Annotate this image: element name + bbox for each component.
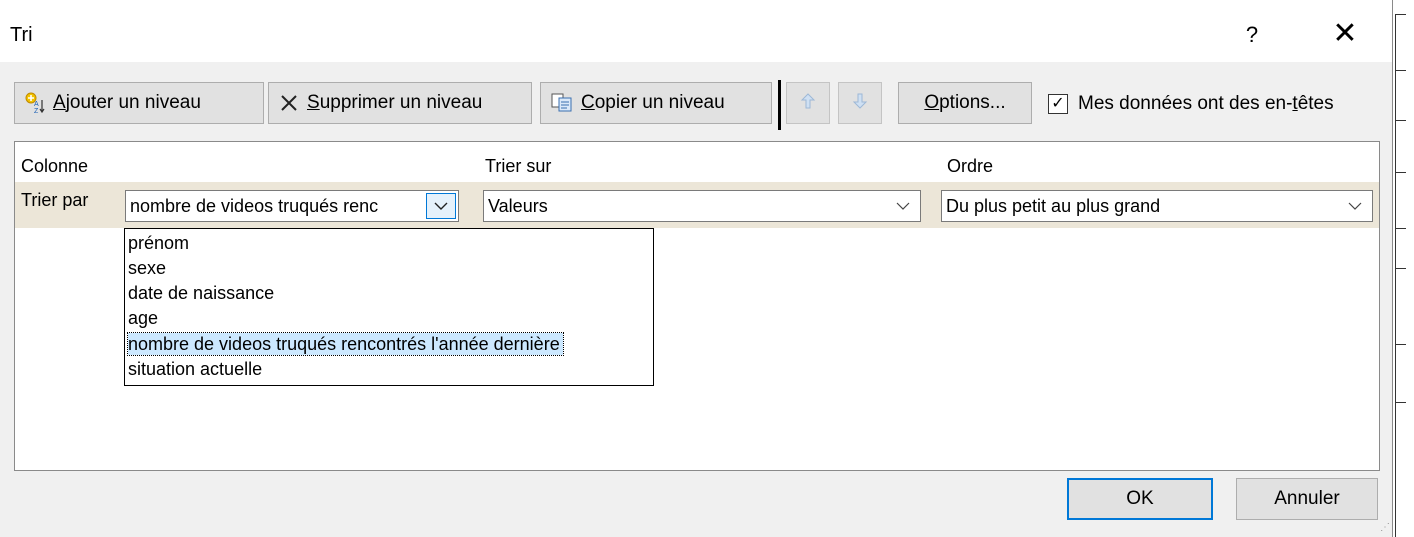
column-select[interactable]: nombre de videos truqués renc [125, 190, 459, 222]
sort-by-label: Trier par [21, 190, 89, 210]
arrow-down-icon [852, 92, 868, 115]
column-option-selected[interactable]: nombre de videos truqués rencontrés l'an… [127, 332, 564, 356]
resize-grip-icon[interactable]: ⋰ [1380, 522, 1390, 533]
move-down-button[interactable] [838, 82, 882, 124]
divider [1396, 14, 1406, 15]
sort-levels-grid: Colonne Trier sur Ordre Trier par nombre… [14, 141, 1380, 471]
chevron-down-icon[interactable] [426, 193, 456, 219]
divider [1396, 268, 1406, 269]
chevron-down-icon[interactable] [1339, 192, 1371, 220]
sort-dialog: Tri ? ✕ A Z Ajouter un niveau Supprimer … [0, 0, 1393, 537]
close-button[interactable]: ✕ [1320, 18, 1370, 50]
chevron-down-icon[interactable] [887, 192, 919, 220]
divider [1396, 172, 1406, 173]
background-window-edge [1393, 0, 1414, 537]
sort-on-select-value: Valeurs [488, 196, 548, 216]
title-bar: Tri ? ✕ [0, 0, 1392, 62]
add-level-label: Ajouter un niveau [53, 92, 201, 113]
delete-x-icon [279, 93, 299, 113]
divider [1396, 402, 1406, 403]
column-header: Colonne [21, 156, 89, 176]
copy-icon [551, 93, 573, 113]
order-select-value: Du plus petit au plus grand [946, 196, 1161, 216]
arrow-up-icon [800, 92, 816, 115]
sort-on-header: Trier sur [485, 156, 552, 176]
move-up-button[interactable] [786, 82, 830, 124]
column-option[interactable]: sexe [128, 257, 169, 279]
sort-on-select[interactable]: Valeurs [483, 190, 921, 222]
divider [1396, 228, 1406, 229]
column-option[interactable]: age [128, 307, 161, 329]
order-select[interactable]: Du plus petit au plus grand [941, 190, 1373, 222]
svg-text:A: A [34, 101, 39, 108]
divider [1396, 70, 1406, 71]
dialog-title: Tri [10, 24, 33, 46]
checkmark-icon[interactable]: ✓ [1048, 94, 1068, 114]
divider [1396, 120, 1406, 121]
add-sort-level-icon: A Z [25, 92, 45, 114]
divider [1396, 344, 1406, 345]
order-header: Ordre [947, 156, 994, 176]
options-button[interactable]: Options... [898, 82, 1032, 124]
toolbar-separator [778, 80, 781, 130]
column-dropdown-list: prénom sexe date de naissance age nombre… [124, 228, 654, 386]
headers-checkbox-label: Mes données ont des en-têtes [1078, 93, 1334, 114]
copy-level-button[interactable]: Copier un niveau [540, 82, 772, 124]
column-option[interactable]: date de naissance [128, 282, 277, 304]
ok-button[interactable]: OK [1067, 478, 1213, 520]
divider [1395, 14, 1396, 537]
cancel-button[interactable]: Annuler [1236, 478, 1378, 520]
column-option[interactable]: prénom [128, 232, 192, 254]
svg-text:Z: Z [34, 108, 39, 114]
headers-checkbox[interactable]: ✓ Mes données ont des en-têtes [1048, 93, 1334, 115]
column-option[interactable]: situation actuelle [128, 358, 265, 380]
help-button[interactable]: ? [1230, 20, 1274, 50]
column-select-value: nombre de videos truqués renc [130, 196, 379, 216]
delete-level-label: Supprimer un niveau [307, 92, 483, 113]
options-label: Options... [924, 92, 1006, 113]
delete-level-button[interactable]: Supprimer un niveau [268, 82, 532, 124]
copy-level-label: Copier un niveau [581, 92, 725, 113]
add-level-button[interactable]: A Z Ajouter un niveau [14, 82, 264, 124]
